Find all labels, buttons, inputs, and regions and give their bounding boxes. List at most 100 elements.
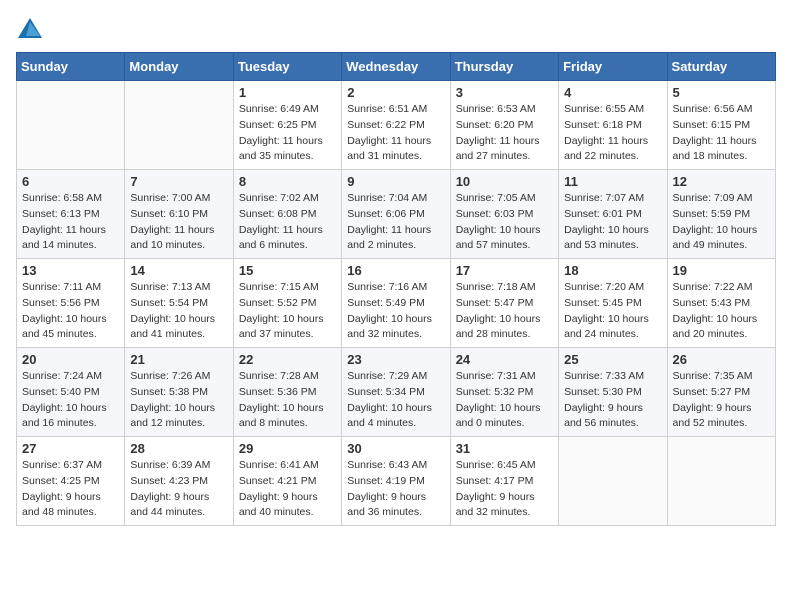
day-number: 7 [130,174,227,189]
calendar-cell: 17 Sunrise: 7:18 AMSunset: 5:47 PMDayligh… [450,259,558,348]
calendar-cell: 8 Sunrise: 7:02 AMSunset: 6:08 PMDaylight… [233,170,341,259]
day-number: 8 [239,174,336,189]
day-number: 26 [673,352,770,367]
calendar-cell [667,437,775,526]
day-info: Sunrise: 7:09 AMSunset: 5:59 PMDaylight:… [673,191,770,254]
calendar-cell: 13 Sunrise: 7:11 AMSunset: 5:56 PMDayligh… [17,259,125,348]
day-number: 18 [564,263,661,278]
calendar-week-5: 27 Sunrise: 6:37 AMSunset: 4:25 PMDayligh… [17,437,776,526]
calendar-cell: 27 Sunrise: 6:37 AMSunset: 4:25 PMDayligh… [17,437,125,526]
day-info: Sunrise: 7:00 AMSunset: 6:10 PMDaylight:… [130,191,227,254]
day-info: Sunrise: 6:53 AMSunset: 6:20 PMDaylight:… [456,102,553,165]
calendar-cell [17,81,125,170]
page-header [16,16,776,44]
day-number: 1 [239,85,336,100]
calendar-cell: 4 Sunrise: 6:55 AMSunset: 6:18 PMDaylight… [559,81,667,170]
day-number: 4 [564,85,661,100]
day-number: 15 [239,263,336,278]
calendar-cell: 1Sunrise: 6:49 AMSunset: 6:25 PMDaylight… [233,81,341,170]
calendar-cell: 16 Sunrise: 7:16 AMSunset: 5:49 PMDayligh… [342,259,450,348]
day-number: 21 [130,352,227,367]
calendar-cell: 11Sunrise: 7:07 AMSunset: 6:01 PMDayligh… [559,170,667,259]
day-number: 12 [673,174,770,189]
weekday-header-friday: Friday [559,53,667,81]
day-number: 14 [130,263,227,278]
day-number: 10 [456,174,553,189]
weekday-header-thursday: Thursday [450,53,558,81]
day-info: Sunrise: 7:18 AMSunset: 5:47 PMDaylight:… [456,280,553,343]
weekday-header-monday: Monday [125,53,233,81]
day-info: Sunrise: 7:13 AMSunset: 5:54 PMDaylight:… [130,280,227,343]
day-info: Sunrise: 7:02 AMSunset: 6:08 PMDaylight:… [239,191,336,254]
day-info: Sunrise: 6:37 AMSunset: 4:25 PMDaylight:… [22,458,119,521]
calendar-cell [125,81,233,170]
day-number: 22 [239,352,336,367]
day-info: Sunrise: 6:43 AMSunset: 4:19 PMDaylight:… [347,458,444,521]
day-info: Sunrise: 6:41 AMSunset: 4:21 PMDaylight:… [239,458,336,521]
calendar-cell: 15 Sunrise: 7:15 AMSunset: 5:52 PMDayligh… [233,259,341,348]
day-number: 31 [456,441,553,456]
calendar-cell: 25 Sunrise: 7:33 AMSunset: 5:30 PMDayligh… [559,348,667,437]
day-info: Sunrise: 7:20 AMSunset: 5:45 PMDaylight:… [564,280,661,343]
calendar-table: SundayMondayTuesdayWednesdayThursdayFrid… [16,52,776,526]
calendar-cell: 12 Sunrise: 7:09 AMSunset: 5:59 PMDayligh… [667,170,775,259]
calendar-cell: 23 Sunrise: 7:29 AMSunset: 5:34 PMDayligh… [342,348,450,437]
weekday-header-wednesday: Wednesday [342,53,450,81]
day-info: Sunrise: 7:07 AMSunset: 6:01 PMDaylight:… [564,191,661,254]
day-number: 27 [22,441,119,456]
day-number: 9 [347,174,444,189]
day-number: 3 [456,85,553,100]
day-info: Sunrise: 7:16 AMSunset: 5:49 PMDaylight:… [347,280,444,343]
day-info: Sunrise: 7:11 AMSunset: 5:56 PMDaylight:… [22,280,119,343]
day-info: Sunrise: 6:39 AMSunset: 4:23 PMDaylight:… [130,458,227,521]
day-number: 2 [347,85,444,100]
calendar-header: SundayMondayTuesdayWednesdayThursdayFrid… [17,53,776,81]
calendar-cell: 31 Sunrise: 6:45 AMSunset: 4:17 PMDayligh… [450,437,558,526]
day-info: Sunrise: 7:33 AMSunset: 5:30 PMDaylight:… [564,369,661,432]
weekday-row: SundayMondayTuesdayWednesdayThursdayFrid… [17,53,776,81]
calendar-cell: 10 Sunrise: 7:05 AMSunset: 6:03 PMDayligh… [450,170,558,259]
day-info: Sunrise: 7:35 AMSunset: 5:27 PMDaylight:… [673,369,770,432]
day-number: 17 [456,263,553,278]
day-info: Sunrise: 6:45 AMSunset: 4:17 PMDaylight:… [456,458,553,521]
day-info: Sunrise: 6:51 AMSunset: 6:22 PMDaylight:… [347,102,444,165]
day-info: Sunrise: 7:22 AMSunset: 5:43 PMDaylight:… [673,280,770,343]
logo [16,16,48,44]
day-number: 30 [347,441,444,456]
day-info: Sunrise: 6:55 AMSunset: 6:18 PMDaylight:… [564,102,661,165]
day-info: Sunrise: 7:26 AMSunset: 5:38 PMDaylight:… [130,369,227,432]
calendar-week-3: 13 Sunrise: 7:11 AMSunset: 5:56 PMDayligh… [17,259,776,348]
day-info: Sunrise: 6:58 AMSunset: 6:13 PMDaylight:… [22,191,119,254]
weekday-header-sunday: Sunday [17,53,125,81]
calendar-cell: 3 Sunrise: 6:53 AMSunset: 6:20 PMDaylight… [450,81,558,170]
day-info: Sunrise: 7:29 AMSunset: 5:34 PMDaylight:… [347,369,444,432]
calendar-cell: 6 Sunrise: 6:58 AMSunset: 6:13 PMDaylight… [17,170,125,259]
day-number: 19 [673,263,770,278]
calendar-cell: 29 Sunrise: 6:41 AMSunset: 4:21 PMDayligh… [233,437,341,526]
calendar-cell: 18 Sunrise: 7:20 AMSunset: 5:45 PMDayligh… [559,259,667,348]
day-number: 28 [130,441,227,456]
calendar-cell: 24Sunrise: 7:31 AMSunset: 5:32 PMDayligh… [450,348,558,437]
day-info: Sunrise: 7:04 AMSunset: 6:06 PMDaylight:… [347,191,444,254]
day-info: Sunrise: 7:24 AMSunset: 5:40 PMDaylight:… [22,369,119,432]
calendar-cell: 9 Sunrise: 7:04 AMSunset: 6:06 PMDaylight… [342,170,450,259]
day-number: 23 [347,352,444,367]
day-number: 25 [564,352,661,367]
day-number: 29 [239,441,336,456]
calendar-cell: 21 Sunrise: 7:26 AMSunset: 5:38 PMDayligh… [125,348,233,437]
day-info: Sunrise: 7:31 AMSunset: 5:32 PMDaylight:… [456,369,553,432]
calendar-week-1: 1Sunrise: 6:49 AMSunset: 6:25 PMDaylight… [17,81,776,170]
logo-icon [16,16,44,44]
weekday-header-saturday: Saturday [667,53,775,81]
day-info: Sunrise: 7:15 AMSunset: 5:52 PMDaylight:… [239,280,336,343]
calendar-cell: 5Sunrise: 6:56 AMSunset: 6:15 PMDaylight… [667,81,775,170]
calendar-cell: 20Sunrise: 7:24 AMSunset: 5:40 PMDayligh… [17,348,125,437]
day-number: 13 [22,263,119,278]
calendar-cell: 26 Sunrise: 7:35 AMSunset: 5:27 PMDayligh… [667,348,775,437]
day-number: 16 [347,263,444,278]
day-info: Sunrise: 7:28 AMSunset: 5:36 PMDaylight:… [239,369,336,432]
day-info: Sunrise: 7:05 AMSunset: 6:03 PMDaylight:… [456,191,553,254]
day-number: 6 [22,174,119,189]
calendar-cell: 22 Sunrise: 7:28 AMSunset: 5:36 PMDayligh… [233,348,341,437]
calendar-cell: 28 Sunrise: 6:39 AMSunset: 4:23 PMDayligh… [125,437,233,526]
